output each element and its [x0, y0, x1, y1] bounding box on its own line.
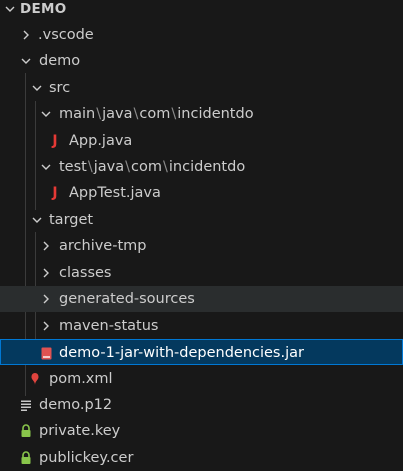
- tree-item-label: target: [49, 212, 94, 228]
- chevron-right-icon: [38, 260, 54, 286]
- java-file-icon: J: [52, 185, 58, 201]
- chevron-down-icon: [29, 207, 45, 233]
- explorer-root[interactable]: DEMO: [0, 0, 403, 22]
- tree-item-label: pom.xml: [49, 371, 113, 387]
- tree-item-app-java[interactable]: J App.java: [0, 128, 403, 154]
- tree-item-label: generated-sources: [59, 291, 195, 307]
- tree-item-demo-p12[interactable]: demo.p12: [0, 392, 403, 418]
- tree-item-label: demo-1-jar-with-dependencies.jar: [59, 345, 304, 361]
- chevron-down-icon: [29, 75, 45, 101]
- path-segment-com[interactable]: com: [131, 159, 162, 175]
- path-segment-incidentdo[interactable]: incidentdo: [169, 159, 245, 175]
- tree-item-publickey-cer[interactable]: publickey.cer: [0, 445, 403, 471]
- lock-icon: [19, 445, 33, 471]
- tree-item-generated-sources[interactable]: generated-sources: [0, 286, 403, 312]
- chevron-right-icon: [38, 286, 54, 312]
- chevron-down-icon: [18, 48, 34, 74]
- tree-item-jar-selected[interactable]: demo-1-jar-with-dependencies.jar: [0, 339, 403, 365]
- certificate-lines-icon: [19, 392, 33, 418]
- tree-item-target[interactable]: target: [0, 207, 403, 233]
- chevron-right-icon: [18, 22, 34, 48]
- tree-item-apptest-java[interactable]: J AppTest.java: [0, 180, 403, 206]
- chevron-down-icon: [38, 101, 54, 127]
- tree-item-private-key[interactable]: private.key: [0, 418, 403, 444]
- chevron-down-icon: [2, 0, 18, 22]
- tree-item-demo[interactable]: demo: [0, 48, 403, 74]
- tree-item-pom-xml[interactable]: pom.xml: [0, 366, 403, 392]
- tree-item-classes[interactable]: classes: [0, 260, 403, 286]
- tree-item-label: publickey.cer: [39, 450, 134, 466]
- maven-pom-icon: [28, 366, 42, 392]
- chevron-right-icon: [38, 233, 54, 259]
- path-segment-java[interactable]: java: [94, 159, 124, 175]
- path-segment-test[interactable]: test: [59, 159, 87, 175]
- tree-item-label: AppTest.java: [69, 185, 161, 201]
- tree-item-label: src: [49, 80, 71, 96]
- path-segment-com[interactable]: com: [139, 106, 170, 122]
- chevron-right-icon: [38, 313, 54, 339]
- path-segment-java[interactable]: java: [102, 106, 132, 122]
- tree-item-label: maven-status: [59, 318, 159, 334]
- chevron-down-icon: [38, 154, 54, 180]
- tree-item-label: classes: [59, 265, 112, 281]
- jar-file-icon: [39, 340, 53, 366]
- java-file-icon: J: [52, 133, 58, 149]
- path-segment-main[interactable]: main: [59, 106, 95, 122]
- root-label: DEMO: [20, 1, 67, 17]
- tree-item-vscode[interactable]: .vscode: [0, 22, 403, 48]
- tree-item-maven-status[interactable]: maven-status: [0, 313, 403, 339]
- tree-item-label: private.key: [39, 423, 121, 439]
- tree-item-label: .vscode: [38, 27, 94, 43]
- path-separator: \: [87, 159, 93, 175]
- lock-icon: [19, 418, 33, 444]
- tree-item-label: App.java: [69, 133, 133, 149]
- tree-item-label: archive-tmp: [59, 238, 147, 254]
- tree-item-test-package[interactable]: test\java\com\incidentdo: [0, 154, 403, 180]
- path-separator: \: [125, 159, 131, 175]
- path-segment-incidentdo[interactable]: incidentdo: [177, 106, 253, 122]
- tree-item-src[interactable]: src: [0, 75, 403, 101]
- tree-item-main-package[interactable]: main\java\com\incidentdo: [0, 101, 403, 127]
- compact-folder-path: test\java\com\incidentdo: [59, 154, 245, 180]
- path-separator: \: [163, 159, 168, 175]
- compact-folder-path: main\java\com\incidentdo: [59, 101, 254, 127]
- tree-item-archive-tmp[interactable]: archive-tmp: [0, 233, 403, 259]
- tree-item-label: demo.p12: [39, 397, 113, 413]
- tree-item-label: demo: [39, 53, 81, 69]
